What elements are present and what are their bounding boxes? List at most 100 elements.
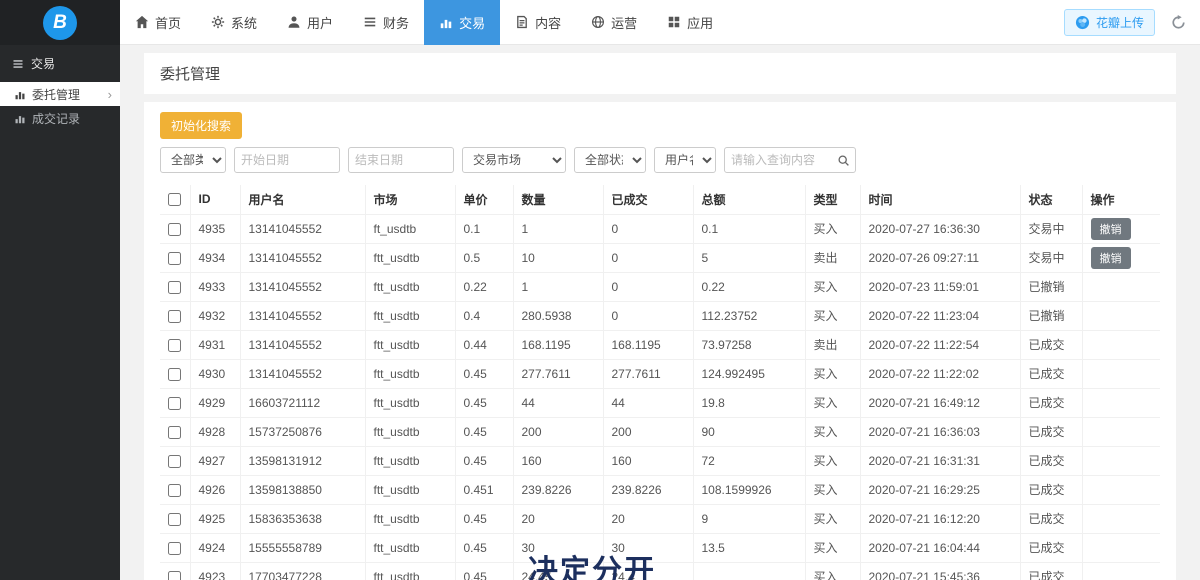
cell-filled: 160 <box>603 446 693 475</box>
cell-time: 2020-07-23 11:59:01 <box>860 272 1020 301</box>
cell-time: 2020-07-21 16:12:20 <box>860 504 1020 533</box>
cell-username: 13141045552 <box>240 301 365 330</box>
cell-username: 13141045552 <box>240 359 365 388</box>
reset-search-button[interactable]: 初始化搜索 <box>160 112 242 139</box>
market-select[interactable]: 交易市场 <box>462 147 566 173</box>
sidebar-item-deal-records[interactable]: 成交记录 <box>0 106 120 130</box>
cell-type: 买入 <box>805 359 860 388</box>
cell-market: ftt_usdtb <box>365 272 455 301</box>
cell-action <box>1082 301 1160 330</box>
row-checkbox[interactable] <box>168 455 181 468</box>
cell-action <box>1082 388 1160 417</box>
cell-filled: 44 <box>603 388 693 417</box>
cell-type: 买入 <box>805 301 860 330</box>
nav-item-label: 财务 <box>383 13 409 32</box>
col-header-0: ID <box>190 185 240 214</box>
status-select[interactable]: 全部状态 <box>574 147 646 173</box>
cell-time: 2020-07-22 11:22:02 <box>860 359 1020 388</box>
row-checkbox[interactable] <box>168 513 181 526</box>
brand-logo[interactable]: B <box>0 0 120 45</box>
cell-id: 4929 <box>190 388 240 417</box>
cell-filled: 0 <box>603 301 693 330</box>
cell-quantity: 280.5938 <box>513 301 603 330</box>
row-checkbox[interactable] <box>168 281 181 294</box>
cancel-order-button[interactable]: 撤销 <box>1091 218 1131 240</box>
user-icon <box>287 15 301 29</box>
col-header-2: 市场 <box>365 185 455 214</box>
filter-bar: 全部类型 交易市场 全部状态 用户名 <box>160 147 1160 173</box>
row-checkbox[interactable] <box>168 252 181 265</box>
upload-button[interactable]: 花瓣上传 <box>1064 9 1155 36</box>
col-header-3: 单价 <box>455 185 513 214</box>
sidebar-item-label: 成交记录 <box>32 110 80 127</box>
row-checkbox[interactable] <box>168 542 181 555</box>
sidebar-section-trade[interactable]: 交易 <box>0 45 120 82</box>
page-title: 委托管理 <box>160 66 220 83</box>
nav-item-user[interactable]: 用户 <box>272 0 348 45</box>
refresh-icon[interactable] <box>1171 15 1186 30</box>
table-row: 4927 13598131912 ftt_usdtb 0.45 160 160 … <box>160 446 1160 475</box>
col-header-1: 用户名 <box>240 185 365 214</box>
row-checkbox[interactable] <box>168 368 181 381</box>
table-row: 4934 13141045552 ftt_usdtb 0.5 10 0 5 卖出… <box>160 243 1160 272</box>
cell-quantity: 30 <box>513 533 603 562</box>
table-row: 4923 17703477228 ftt_usdtb 0.45 24.45 24… <box>160 562 1160 580</box>
select-all-cell <box>160 185 190 214</box>
cell-quantity: 10 <box>513 243 603 272</box>
cell-filled: 200 <box>603 417 693 446</box>
row-checkbox[interactable] <box>168 571 181 580</box>
cell-price: 0.4 <box>455 301 513 330</box>
cell-username: 15555558789 <box>240 533 365 562</box>
nav-item-content[interactable]: 内容 <box>500 0 576 45</box>
nav-item-label: 交易 <box>459 13 485 32</box>
nav-item-system[interactable]: 系统 <box>196 0 272 45</box>
nav-item-home[interactable]: 首页 <box>120 0 196 45</box>
row-checkbox[interactable] <box>168 426 181 439</box>
start-date-input[interactable] <box>234 147 340 173</box>
end-date-input[interactable] <box>348 147 454 173</box>
cell-total: 5 <box>693 243 805 272</box>
cell-filled: 0 <box>603 243 693 272</box>
col-header-5: 已成交 <box>603 185 693 214</box>
nav-item-label: 应用 <box>687 13 713 32</box>
row-checkbox[interactable] <box>168 339 181 352</box>
select-all-checkbox[interactable] <box>168 193 181 206</box>
nav-item-finance[interactable]: 财务 <box>348 0 424 45</box>
table-row: 4928 15737250876 ftt_usdtb 0.45 200 200 … <box>160 417 1160 446</box>
cell-username: 13598138850 <box>240 475 365 504</box>
table-row: 4924 15555558789 ftt_usdtb 0.45 30 30 13… <box>160 533 1160 562</box>
cell-checkbox <box>160 272 190 301</box>
cell-status: 交易中 <box>1020 214 1082 243</box>
cell-action <box>1082 417 1160 446</box>
cell-market: ftt_usdtb <box>365 330 455 359</box>
nav-item-trade[interactable]: 交易 <box>424 0 500 45</box>
username-select[interactable]: 用户名 <box>654 147 716 173</box>
sidebar-item-entrust-management[interactable]: 委托管理 › <box>0 82 120 106</box>
row-checkbox[interactable] <box>168 223 181 236</box>
cell-status: 已成交 <box>1020 446 1082 475</box>
finance-icon <box>363 15 377 29</box>
row-checkbox[interactable] <box>168 310 181 323</box>
upload-button-label: 花瓣上传 <box>1096 14 1144 31</box>
cell-total: 0.22 <box>693 272 805 301</box>
cancel-order-button[interactable]: 撤销 <box>1091 247 1131 269</box>
cell-type: 卖出 <box>805 243 860 272</box>
search-icon[interactable] <box>837 154 850 167</box>
cell-time: 2020-07-21 16:36:03 <box>860 417 1020 446</box>
type-select[interactable]: 全部类型 <box>160 147 226 173</box>
cell-type: 卖出 <box>805 330 860 359</box>
cell-market: ftt_usdtb <box>365 475 455 504</box>
cell-market: ftt_usdtb <box>365 562 455 580</box>
row-checkbox[interactable] <box>168 397 181 410</box>
cell-type: 买入 <box>805 446 860 475</box>
col-header-6: 总额 <box>693 185 805 214</box>
cell-total: 90 <box>693 417 805 446</box>
cell-time: 2020-07-22 11:23:04 <box>860 301 1020 330</box>
nav-item-app[interactable]: 应用 <box>652 0 728 45</box>
cell-filled: 277.7611 <box>603 359 693 388</box>
nav-item-operation[interactable]: 运营 <box>576 0 652 45</box>
cell-filled: 0 <box>603 272 693 301</box>
brand-logo-letter: B <box>53 12 67 34</box>
cell-time: 2020-07-21 16:04:44 <box>860 533 1020 562</box>
row-checkbox[interactable] <box>168 484 181 497</box>
